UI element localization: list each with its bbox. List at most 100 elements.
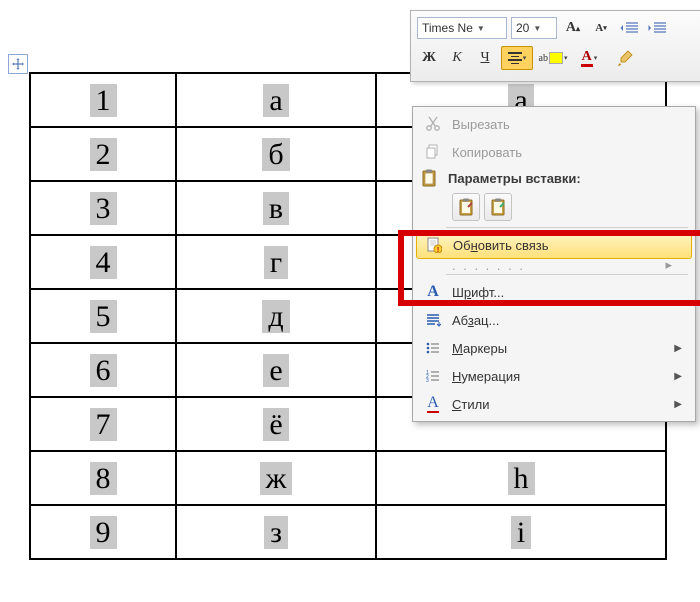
table-cell[interactable]: 3 (30, 181, 176, 235)
svg-text:3: 3 (426, 378, 429, 384)
menu-cut[interactable]: Вырезать (416, 110, 692, 138)
underline-button[interactable]: Ч (473, 46, 497, 70)
table-row[interactable]: 9 з i (30, 505, 666, 559)
bullets-icon (420, 340, 446, 356)
cell-text: 3 (90, 192, 117, 225)
menu-styles[interactable]: A Стили ▶ (416, 390, 692, 418)
menu-numbering-label: Нумерация (446, 369, 674, 384)
menu-bullets-label: Маркеры (446, 341, 674, 356)
table-cell[interactable]: 2 (30, 127, 176, 181)
cell-text: ё (263, 408, 288, 441)
paste-option-keep-formatting[interactable] (452, 193, 480, 221)
table-cell[interactable]: 5 (30, 289, 176, 343)
table-cell[interactable]: г (176, 235, 376, 289)
numbering-icon: 123 (420, 368, 446, 384)
copy-icon (420, 144, 446, 160)
menu-separator (446, 227, 688, 228)
chevron-down-icon: ▼ (533, 24, 541, 33)
decrease-indent-button[interactable] (617, 16, 641, 40)
table-cell[interactable]: б (176, 127, 376, 181)
cell-text: 4 (90, 246, 117, 279)
highlight-button[interactable]: ab ▾ (537, 46, 569, 70)
chevron-down-icon: ▾ (594, 54, 598, 62)
table-cell[interactable]: 8 (30, 451, 176, 505)
menu-update-link-label: Обновить связь (447, 238, 685, 253)
italic-button[interactable]: К (445, 46, 469, 70)
cell-text: а (263, 84, 288, 117)
table-cell[interactable]: а (176, 73, 376, 127)
font-name-value: Times Ne (422, 21, 473, 35)
cell-text: з (264, 516, 288, 549)
menu-cut-label: Вырезать (446, 117, 686, 132)
menu-paragraph-label: Абзац... (446, 313, 686, 328)
cell-text: 7 (90, 408, 117, 441)
menu-paste-header: Параметры вставки: (416, 166, 692, 190)
menu-font[interactable]: A Шрифт... (416, 278, 692, 306)
menu-truncated-row: . . . . . . .▸ (416, 259, 692, 271)
cell-text: г (264, 246, 288, 279)
cell-text: д (262, 300, 289, 333)
cell-text: 5 (90, 300, 117, 333)
paste-options-row (416, 190, 692, 224)
chevron-right-icon: ▶ (674, 399, 686, 410)
chevron-down-icon: ▾ (523, 54, 527, 62)
font-color-button[interactable]: A ▾ (573, 46, 605, 70)
svg-text:!: ! (437, 247, 439, 253)
table-row[interactable]: 8 ж h (30, 451, 666, 505)
styles-icon: A (420, 395, 446, 413)
font-size-value: 20 (516, 21, 529, 35)
cell-text: 8 (90, 462, 117, 495)
menu-bullets[interactable]: Маркеры ▶ (416, 334, 692, 362)
menu-paragraph[interactable]: Абзац... (416, 306, 692, 334)
cell-text: 6 (90, 354, 117, 387)
menu-update-link[interactable]: ! Обновить связь (416, 231, 692, 259)
clipboard-icon (416, 169, 442, 187)
paste-option-merge-formatting[interactable] (484, 193, 512, 221)
menu-styles-label: Стили (446, 397, 674, 412)
cell-text: h (508, 462, 535, 495)
chevron-right-icon: ▶ (674, 343, 686, 354)
menu-numbering[interactable]: 123 Нумерация ▶ (416, 362, 692, 390)
table-move-handle[interactable] (8, 54, 28, 74)
scissors-icon (420, 116, 446, 132)
bold-button[interactable]: Ж (417, 46, 441, 70)
update-link-icon: ! (421, 237, 447, 253)
table-cell[interactable]: h (376, 451, 666, 505)
table-cell[interactable]: 6 (30, 343, 176, 397)
align-center-button[interactable]: ▾ (501, 46, 533, 70)
grow-font-button[interactable]: A▴ (561, 16, 585, 40)
menu-separator (446, 274, 688, 275)
font-name-combo[interactable]: Times Ne ▼ (417, 17, 507, 39)
cell-text: i (511, 516, 531, 549)
table-cell[interactable]: з (176, 505, 376, 559)
table-cell[interactable]: д (176, 289, 376, 343)
paragraph-icon (420, 312, 446, 328)
chevron-right-icon: ▶ (674, 371, 686, 382)
table-cell[interactable]: 4 (30, 235, 176, 289)
cell-text: ж (260, 462, 293, 495)
menu-paste-header-label: Параметры вставки: (442, 171, 692, 186)
table-cell[interactable]: 9 (30, 505, 176, 559)
font-size-combo[interactable]: 20 ▼ (511, 17, 557, 39)
table-cell[interactable]: ж (176, 451, 376, 505)
menu-copy[interactable]: Копировать (416, 138, 692, 166)
chevron-down-icon: ▼ (477, 24, 485, 33)
cell-text: 2 (90, 138, 117, 171)
increase-indent-button[interactable] (645, 16, 669, 40)
table-cell[interactable]: ё (176, 397, 376, 451)
cell-text: в (263, 192, 289, 225)
table-cell[interactable]: в (176, 181, 376, 235)
format-painter-button[interactable] (609, 46, 641, 70)
table-cell[interactable]: 7 (30, 397, 176, 451)
table-cell[interactable]: i (376, 505, 666, 559)
table-cell[interactable]: 1 (30, 73, 176, 127)
menu-font-label: Шрифт... (446, 285, 686, 300)
cell-text: 1 (90, 84, 117, 117)
shrink-font-button[interactable]: A▾ (589, 16, 613, 40)
context-menu: Вырезать Копировать Параметры вставки: !… (412, 106, 696, 422)
chevron-down-icon: ▾ (564, 54, 568, 62)
font-icon: A (420, 283, 446, 301)
table-cell[interactable]: е (176, 343, 376, 397)
cell-text: б (262, 138, 289, 171)
cell-text: 9 (90, 516, 117, 549)
